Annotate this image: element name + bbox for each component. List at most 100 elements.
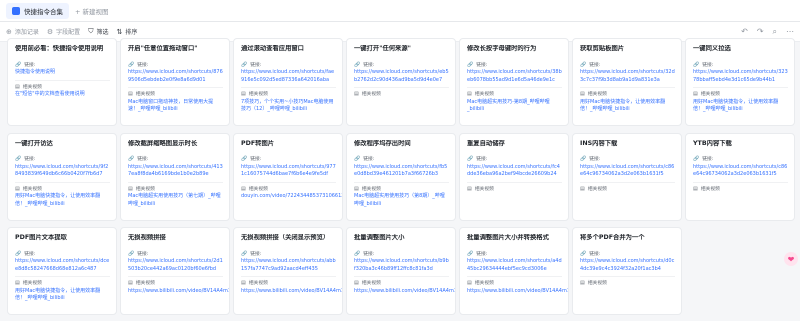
shortcut-card[interactable]: YTB内容下载 🔗 链接: https://www.icloud.com/shortc… <box>685 132 795 221</box>
doc-label-text: 相关视频 <box>248 281 268 287</box>
shortcut-card[interactable]: 一键同义拉选 🔗 链接: https://www.icloud.com/shortcu… <box>685 38 795 126</box>
related-video-link[interactable]: 在"短信"中的文档查看使用说明 <box>15 91 110 99</box>
shortcut-card[interactable]: 一键打开"任何来源" 🔗 链接: https://www.icloud.com/sho… <box>346 38 456 126</box>
related-video-link[interactable]: https://www.bilibili.com/video/BV14A4m1F… <box>354 288 455 296</box>
link-label-text: 链接: <box>24 251 36 257</box>
filter-button[interactable]: ⛉ 筛选 <box>88 27 108 36</box>
more-icon[interactable]: ⋯ <box>786 27 794 37</box>
link-icon: 🔗 <box>467 156 474 163</box>
shortcut-link[interactable]: https://www.icloud.com/shortcuts/2d1503b… <box>128 258 223 273</box>
add-record-button[interactable]: ⊕ 添加记录 <box>6 27 39 37</box>
document-icon: ▤ <box>354 91 359 97</box>
link-field-label: 🔗 链接: <box>128 62 223 70</box>
search-icon[interactable]: ⌕ <box>773 27 777 37</box>
related-video-link[interactable]: https://www.bilibili.com/video/BV14A4m1F… <box>128 288 229 296</box>
shortcut-link[interactable]: https://www.icloud.com/shortcuts/9771c16… <box>241 164 336 179</box>
card-title: 批量调整图片大小 <box>354 234 405 242</box>
field-config-button[interactable]: ⚙ 字段配置 <box>46 27 81 37</box>
link-icon: 🔗 <box>241 61 248 68</box>
shortcut-link[interactable]: https://www.icloud.com/shortcuts/dcee8d8… <box>15 258 110 273</box>
doc-field-label: ▤ 相关视频 <box>467 91 562 99</box>
doc-field-label: ▤ 相关视频 <box>241 186 336 194</box>
shortcut-card[interactable]: 获取剪贴板图片 🔗 链接: https://www.icloud.com/shortc… <box>572 38 682 126</box>
shortcut-link[interactable]: https://www.icloud.com/shortcuts/b9bf320… <box>354 258 449 273</box>
doc-label-text: 相关视频 <box>248 92 268 97</box>
shortcut-card[interactable]: 通过滚动查看应用窗口 🔗 链接: https://www.icloud.com/sho… <box>233 38 343 126</box>
shortcut-card[interactable]: 使用前必看：快捷指令使用说明 🔗 链接: 快捷指令使用说明 ▤ 相关视频 在"短信"中的文档… <box>7 38 117 126</box>
related-video-link[interactable]: 用好Mac电脑快捷指令，让使用效率翻倍！_哔哩哔哩_bilibili <box>15 288 110 303</box>
link-label-text: 链接: <box>702 157 714 163</box>
shortcut-card[interactable]: PDF图片文本提取 🔗 链接: https://www.icloud.com/shor… <box>7 227 117 316</box>
card-title: INS内容下载 <box>580 139 618 147</box>
shortcut-card[interactable]: 无损视频拼接 🔗 链接: https://www.icloud.com/shortcu… <box>120 227 230 316</box>
shortcut-card[interactable]: 开启"任意位置拖动窗口" 🔗 链接: https://www.icloud.com/s… <box>120 38 230 126</box>
field-divider <box>241 276 336 278</box>
settings-icon: ⚙ <box>46 27 54 36</box>
shortcut-link[interactable]: https://www.icloud.com/shortcuts/c86e64c… <box>580 164 675 179</box>
document-icon: ▤ <box>580 91 585 97</box>
shortcut-card[interactable]: 将多个PDF合并为一个 🔗 链接: https://www.icloud.com/sh… <box>572 227 682 316</box>
field-config-label: 字段配置 <box>56 29 81 36</box>
related-video-link[interactable]: 7项技巧，个个实用~小技巧Mac电脑使用技巧（12）_哔哩哔哩_bilibili <box>241 99 336 114</box>
related-video-link[interactable]: https://www.bilibili.com/video/BV14A4m1F… <box>467 288 568 296</box>
related-video-link[interactable]: 用好Mac电脑快捷指令，让使用效率翻倍！_哔哩哔哩_bilibili <box>15 193 110 208</box>
shortcut-link[interactable]: https://www.icloud.com/shortcuts/4137ea8… <box>128 164 223 179</box>
shortcut-link[interactable]: https://www.icloud.com/shortcuts/abb157f… <box>241 258 336 273</box>
doc-label-text: 相关视频 <box>22 281 42 287</box>
card-title: 一键打开"任何来源" <box>354 45 411 52</box>
shortcut-link[interactable]: 快捷指令使用说明 <box>15 69 110 77</box>
field-divider <box>354 181 449 183</box>
document-icon: ▤ <box>693 91 698 97</box>
doc-label-text: 相关视频 <box>587 281 607 287</box>
shortcut-card[interactable]: 批量调整图片大小并转换格式 🔗 链接: https://www.icloud.com/… <box>459 227 569 316</box>
shortcut-card[interactable]: 批量调整图片大小 🔗 链接: https://www.icloud.com/short… <box>346 227 456 316</box>
shortcut-link[interactable]: https://www.icloud.com/shortcuts/c86e64c… <box>693 164 788 179</box>
shortcut-link[interactable]: https://www.icloud.com/shortcuts/fc4dde3… <box>467 164 562 179</box>
related-video-link[interactable]: 用好Mac电脑快捷指令，让使用效率翻倍！_哔哩哔哩_bilibili <box>580 99 675 114</box>
shortcut-link[interactable]: https://www.icloud.com/shortcuts/d0c4dc3… <box>580 258 675 273</box>
doc-label-text: 相关视频 <box>22 84 42 90</box>
shortcut-card[interactable]: 修改程序坞存出时间 🔗 链接: https://www.icloud.com/shor… <box>346 132 456 221</box>
link-icon: 🔗 <box>241 250 248 257</box>
shortcut-card[interactable]: 修改截屏缩略图显示时长 🔗 链接: https://www.icloud.com/sh… <box>120 132 230 221</box>
shortcut-link[interactable]: https://www.icloud.com/shortcuts/fb5e0d8… <box>354 164 449 179</box>
doc-field-label: ▤ 相关视频 <box>467 186 562 194</box>
shortcut-link[interactable]: https://www.icloud.com/shortcuts/a4d45bc… <box>467 258 562 273</box>
field-divider <box>128 276 223 278</box>
field-divider <box>241 87 336 88</box>
sort-button[interactable]: ⇅ 排序 <box>116 27 137 37</box>
related-video-link[interactable]: https://www.bilibili.com/video/BV14A4m1F… <box>241 288 342 296</box>
shortcut-card[interactable]: 重复自动储存 🔗 链接: https://www.icloud.com/shortcu… <box>459 132 569 221</box>
redo-icon[interactable]: ↷ <box>757 27 764 37</box>
new-view-button[interactable]: + 新建视图 <box>69 3 115 19</box>
shortcut-card[interactable]: PDF转图片 🔗 链接: https://www.icloud.com/shortcu… <box>233 132 343 221</box>
shortcut-card[interactable]: 无损视频拼接（关闭显示预览） 🔗 链接: https://www.icloud.com… <box>233 227 343 316</box>
link-label-text: 链接: <box>363 251 375 257</box>
field-divider <box>15 276 110 278</box>
card-title: 使用前必看：快捷指令使用说明 <box>15 45 104 52</box>
shortcut-link[interactable]: https://www.icloud.com/shortcuts/38beb60… <box>467 69 562 84</box>
related-video-link[interactable]: douyin.com/video/7224344853731066123 <box>241 193 342 201</box>
shortcut-card[interactable]: 一键打开访达 🔗 链接: https://www.icloud.com/shortcu… <box>7 132 117 221</box>
related-video-link[interactable]: Mac电脑窗口拖动神技，日常使用大提速！_哔哩哔哩_bilibili <box>128 99 223 114</box>
feedback-button[interactable]: ❤ <box>784 252 798 266</box>
related-video-link[interactable]: 用好Mac电脑快捷指令，让使用效率翻倍！_哔哩哔哩_bilibili <box>693 99 788 114</box>
shortcut-link[interactable]: https://www.icloud.com/shortcuts/32378bb… <box>693 69 788 84</box>
related-video-link[interactable]: Mac电脑超实用技巧-第8期_哔哩哔哩_bilibili <box>467 99 562 114</box>
shortcut-link[interactable]: https://www.icloud.com/shortcuts/eb5b276… <box>354 69 449 84</box>
link-icon: 🔗 <box>580 156 587 163</box>
field-divider <box>241 181 336 183</box>
shortcut-link[interactable]: https://www.icloud.com/shortcuts/fae916e… <box>241 69 336 84</box>
shortcut-link[interactable]: https://www.icloud.com/shortcuts/9f28493… <box>15 164 110 179</box>
related-video-link[interactable]: Mac电脑超实用使用技巧（第七期）_哔哩哔哩_bilibili <box>128 193 223 208</box>
shortcut-card[interactable]: INS内容下载 🔗 链接: https://www.icloud.com/shortc… <box>572 132 682 221</box>
shortcut-card[interactable]: 修改长按字母键时的行为 🔗 链接: https://www.icloud.com/sh… <box>459 38 569 126</box>
shortcut-link[interactable]: https://www.icloud.com/shortcuts/32d3c7c… <box>580 69 675 84</box>
link-field-label: 🔗 链接: <box>241 156 336 164</box>
shortcut-link[interactable]: https://www.icloud.com/shortcuts/8769506… <box>128 69 223 84</box>
link-field-label: 🔗 链接: <box>354 156 449 164</box>
undo-icon[interactable]: ↶ <box>741 27 748 37</box>
tab-shortcuts-collection[interactable]: 快捷指令合集 <box>6 2 69 19</box>
related-video-link[interactable]: Mac电脑超实用使用技巧（第8期）_哔哩哔哩_bilibili <box>354 193 449 208</box>
field-divider <box>467 87 562 88</box>
